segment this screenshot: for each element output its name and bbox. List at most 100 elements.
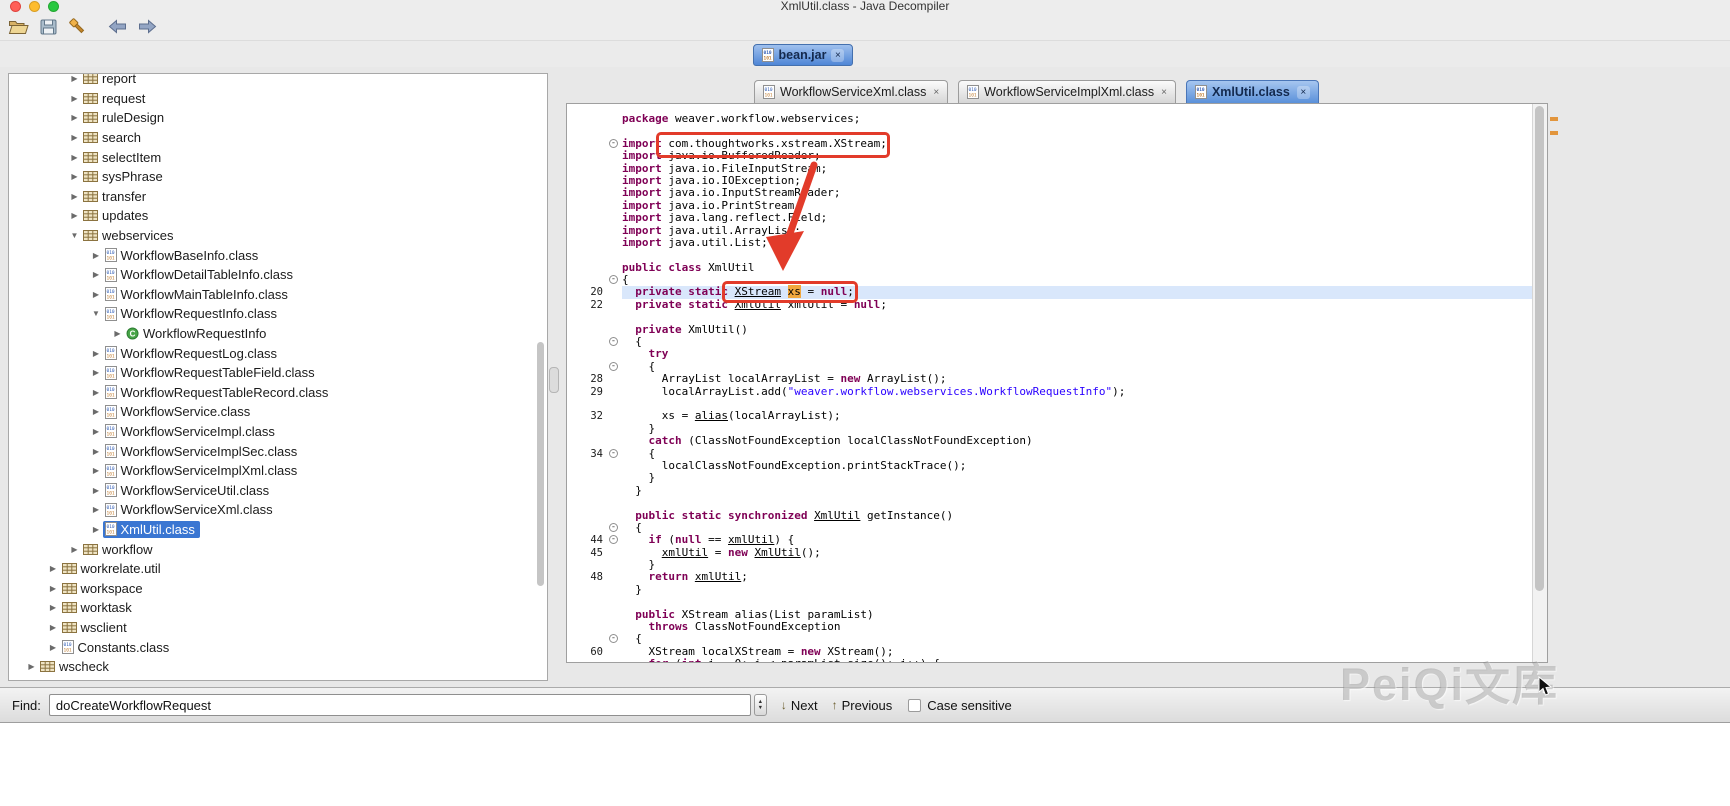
tree-item-WorkflowBaseInfo.class[interactable]: ▶010101WorkflowBaseInfo.class [9, 245, 547, 265]
tree-item-selectItem[interactable]: ▶selectItem [9, 147, 547, 167]
tree-collapsed-arrow-icon[interactable]: ▶ [90, 427, 103, 436]
open-file-icon[interactable] [8, 18, 29, 35]
tree-item-updates[interactable]: ▶updates [9, 206, 547, 226]
tree-collapsed-arrow-icon[interactable]: ▶ [90, 505, 103, 514]
tree-collapsed-arrow-icon[interactable]: ▶ [90, 447, 103, 456]
tree-item-WorkflowService.class[interactable]: ▶010101WorkflowService.class [9, 402, 547, 422]
zoom-window-button[interactable] [48, 1, 59, 12]
case-sensitive-checkbox[interactable] [908, 699, 921, 712]
tree-collapsed-arrow-icon[interactable]: ▶ [47, 643, 60, 652]
tree-collapsed-arrow-icon[interactable]: ▶ [68, 545, 81, 554]
forward-icon[interactable] [138, 19, 157, 34]
tree-collapsed-arrow-icon[interactable]: ▶ [90, 270, 103, 279]
tree-item-workflow[interactable]: ▶workflow [9, 539, 547, 559]
editor-tab-WorkflowServiceXml.class[interactable]: 010101WorkflowServiceXml.class× [754, 80, 948, 103]
tree-item-ruleDesign[interactable]: ▶ruleDesign [9, 108, 547, 128]
tree-collapsed-arrow-icon[interactable]: ▶ [90, 251, 103, 260]
tree-collapsed-arrow-icon[interactable]: ▶ [47, 623, 60, 632]
close-window-button[interactable] [10, 1, 21, 12]
fold-collapse-icon[interactable]: - [609, 275, 618, 284]
line-number [567, 200, 607, 212]
fold-collapse-icon[interactable]: - [609, 139, 618, 148]
tree-item-report[interactable]: ▶report [9, 73, 547, 89]
tree-item-search[interactable]: ▶search [9, 128, 547, 148]
tree-collapsed-arrow-icon[interactable]: ▶ [25, 662, 38, 671]
tree-item-Constants.class[interactable]: ▶010101Constants.class [9, 637, 547, 657]
search-icon[interactable] [68, 17, 87, 36]
tree-collapsed-arrow-icon[interactable]: ▶ [68, 74, 81, 83]
tree-item-WorkflowServiceImplSec.class[interactable]: ▶010101WorkflowServiceImplSec.class [9, 441, 547, 461]
back-icon[interactable] [108, 19, 127, 34]
fold-collapse-icon[interactable]: - [609, 634, 618, 643]
tree-item-WorkflowRequestTableField.class[interactable]: ▶010101WorkflowRequestTableField.class [9, 363, 547, 383]
tree-item-WorkflowMainTableInfo.class[interactable]: ▶010101WorkflowMainTableInfo.class [9, 285, 547, 305]
find-input[interactable] [49, 694, 751, 716]
fold-collapse-icon[interactable]: - [609, 523, 618, 532]
tree-item-workspace[interactable]: ▶workspace [9, 578, 547, 598]
line-number [567, 311, 607, 323]
tree-item-transfer[interactable]: ▶transfer [9, 187, 547, 207]
classfile-icon: 010101 [105, 366, 117, 380]
tree-collapsed-arrow-icon[interactable]: ▶ [68, 192, 81, 201]
find-history-stepper[interactable]: ▲ ▼ [754, 694, 767, 716]
tree-item-request[interactable]: ▶request [9, 89, 547, 109]
close-tab-icon[interactable]: × [1161, 87, 1167, 98]
save-icon[interactable] [40, 19, 57, 35]
tree-item-webservices[interactable]: ▼webservices [9, 226, 547, 246]
tree-collapsed-arrow-icon[interactable]: ▶ [47, 564, 60, 573]
tree-item-wscheck[interactable]: ▶wscheck [9, 657, 547, 677]
splitter-handle[interactable] [549, 367, 559, 393]
tree-collapsed-arrow-icon[interactable]: ▶ [90, 349, 103, 358]
tree-collapsed-arrow-icon[interactable]: ▶ [68, 113, 81, 122]
tree-item-WorkflowServiceXml.class[interactable]: ▶010101WorkflowServiceXml.class [9, 500, 547, 520]
tree-collapsed-arrow-icon[interactable]: ▶ [90, 388, 103, 397]
tree-collapsed-arrow-icon[interactable]: ▶ [90, 466, 103, 475]
tree-collapsed-arrow-icon[interactable]: ▶ [68, 133, 81, 142]
tree-item-wsclient[interactable]: ▶wsclient [9, 618, 547, 638]
tree-item-WorkflowDetailTableInfo.class[interactable]: ▶010101WorkflowDetailTableInfo.class [9, 265, 547, 285]
tree-collapsed-arrow-icon[interactable]: ▶ [90, 407, 103, 416]
tree-scrollbar-thumb[interactable] [537, 342, 544, 586]
tree-collapsed-arrow-icon[interactable]: ▶ [68, 211, 81, 220]
tree-collapsed-arrow-icon[interactable]: ▶ [90, 486, 103, 495]
find-next-button[interactable]: ↓ Next [781, 698, 818, 713]
tree-item-WorkflowServiceImplXml.class[interactable]: ▶010101WorkflowServiceImplXml.class [9, 461, 547, 481]
tree-collapsed-arrow-icon[interactable]: ▶ [68, 94, 81, 103]
minimize-window-button[interactable] [29, 1, 40, 12]
close-tab-icon[interactable]: × [1297, 86, 1310, 99]
tree-expanded-arrow-icon[interactable]: ▼ [68, 231, 81, 240]
tree-expanded-arrow-icon[interactable]: ▼ [90, 309, 103, 318]
tree-item-sysPhrase[interactable]: ▶sysPhrase [9, 167, 547, 187]
tree-item-WorkflowServiceImpl.class[interactable]: ▶010101WorkflowServiceImpl.class [9, 422, 547, 442]
close-tab-icon[interactable]: × [933, 87, 939, 98]
tree-collapsed-arrow-icon[interactable]: ▶ [90, 368, 103, 377]
tree-collapsed-arrow-icon[interactable]: ▶ [68, 153, 81, 162]
tree-item-WorkflowRequestLog.class[interactable]: ▶010101WorkflowRequestLog.class [9, 343, 547, 363]
tree-item-worktask[interactable]: ▶worktask [9, 598, 547, 618]
tree-collapsed-arrow-icon[interactable]: ▶ [47, 584, 60, 593]
code-scrollbar-thumb[interactable] [1535, 106, 1544, 591]
editor-tab-WorkflowServiceImplXml.class[interactable]: 010101WorkflowServiceImplXml.class× [958, 80, 1176, 103]
tree-collapsed-arrow-icon[interactable]: ▶ [90, 525, 103, 534]
tree-item-workrelate.util[interactable]: ▶workrelate.util [9, 559, 547, 579]
fold-collapse-icon[interactable]: - [609, 337, 618, 346]
fold-collapse-icon[interactable]: - [609, 449, 618, 458]
tree-collapsed-arrow-icon[interactable]: ▶ [111, 329, 124, 338]
tree-item-WorkflowRequestInfo.class[interactable]: ▼010101WorkflowRequestInfo.class [9, 304, 547, 324]
tree-collapsed-arrow-icon[interactable]: ▶ [90, 290, 103, 299]
find-previous-button[interactable]: ↑ Previous [832, 698, 893, 713]
fold-collapse-icon[interactable]: - [609, 535, 618, 544]
tree-collapsed-arrow-icon[interactable]: ▶ [47, 603, 60, 612]
tree-item-XmlUtil.class[interactable]: ▶010101XmlUtil.class [9, 520, 547, 540]
jar-tab-bar: 010101 bean.jar × [0, 41, 1730, 67]
fold-collapse-icon[interactable]: - [609, 362, 618, 371]
tree-item-WorkflowServiceUtil.class[interactable]: ▶010101WorkflowServiceUtil.class [9, 480, 547, 500]
stepper-down-icon[interactable]: ▼ [758, 705, 763, 711]
code-scrollbar[interactable] [1532, 104, 1547, 662]
jar-tab-bean[interactable]: 010101 bean.jar × [753, 44, 854, 66]
tree-item-WorkflowRequestInfo[interactable]: ▶CWorkflowRequestInfo [9, 324, 547, 344]
editor-tab-XmlUtil.class[interactable]: 010101XmlUtil.class× [1186, 80, 1319, 103]
close-jar-tab-icon[interactable]: × [831, 49, 844, 62]
tree-collapsed-arrow-icon[interactable]: ▶ [68, 172, 81, 181]
tree-item-WorkflowRequestTableRecord.class[interactable]: ▶010101WorkflowRequestTableRecord.class [9, 383, 547, 403]
